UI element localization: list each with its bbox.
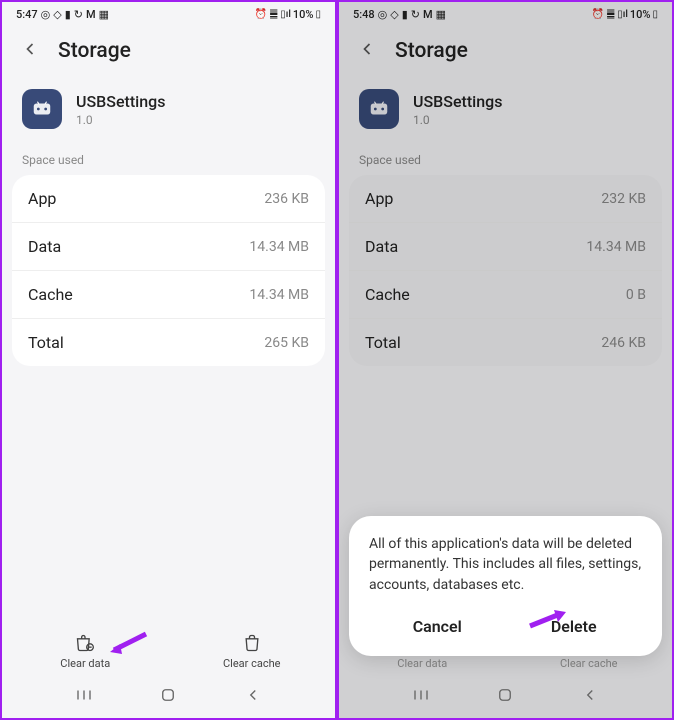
- volte-icon: ䷀: [269, 9, 278, 20]
- home-icon[interactable]: [496, 686, 514, 708]
- row-value: 236 KB: [264, 191, 309, 207]
- battery-small-icon: ▮: [65, 8, 71, 21]
- back-icon[interactable]: [20, 39, 40, 63]
- clear-cache-label: Clear cache: [223, 657, 281, 670]
- recents-icon[interactable]: [412, 686, 430, 708]
- nav-bar: [2, 676, 335, 718]
- status-time: 5:47: [16, 8, 38, 21]
- row-value: 265 KB: [264, 335, 309, 351]
- section-label: Space used: [2, 149, 335, 175]
- instagram-icon: ◇: [53, 8, 61, 21]
- row-value: 14.34 MB: [249, 239, 309, 255]
- calendar-icon: ▦: [99, 8, 109, 21]
- status-bar: 5:47 ◎ ◇ ▮ ↻ M ▦ ⏰ ䷀ ▯ıl 10% ▯: [2, 2, 335, 25]
- row-total: Total 265 KB: [12, 319, 325, 366]
- screen-right: 5:48 ◎ ◇ ▮ ↻ M ▦ ⏰ ䷀ ▯ıl 10% ▯ Storage U…: [339, 2, 672, 718]
- cancel-button[interactable]: Cancel: [369, 611, 506, 642]
- signal-icon: ▯ıl: [280, 9, 291, 20]
- app-info: USBSettings 1.0: [2, 81, 335, 149]
- row-app: App 236 KB: [12, 175, 325, 223]
- row-label: Data: [28, 237, 61, 256]
- row-value: 14.34 MB: [249, 287, 309, 303]
- sync-icon: ↻: [74, 8, 83, 21]
- confirm-dialog: All of this application's data will be d…: [349, 516, 662, 656]
- annotation-arrow-icon: [106, 630, 150, 662]
- bottom-actions: Clear data Clear cache: [2, 623, 335, 676]
- row-label: Total: [28, 333, 64, 352]
- header: Storage: [2, 25, 335, 81]
- row-label: Cache: [28, 285, 73, 304]
- row-cache: Cache 14.34 MB: [12, 271, 325, 319]
- clear-data-label: Clear data: [60, 657, 110, 670]
- app-version: 1.0: [76, 113, 165, 127]
- gmail-icon: M: [86, 8, 96, 21]
- app-icon: [22, 89, 62, 129]
- whatsapp-icon: ◎: [41, 8, 51, 21]
- alarm-icon: ⏰: [255, 9, 267, 20]
- recents-icon[interactable]: [75, 686, 93, 708]
- row-label: App: [28, 189, 56, 208]
- back-nav-icon[interactable]: [581, 686, 599, 708]
- battery-pct: 10%: [293, 8, 314, 21]
- clear-cache-button[interactable]: Clear cache: [169, 633, 336, 670]
- back-nav-icon[interactable]: [244, 686, 262, 708]
- storage-card: App 236 KB Data 14.34 MB Cache 14.34 MB …: [12, 175, 325, 366]
- screen-left: 5:47 ◎ ◇ ▮ ↻ M ▦ ⏰ ䷀ ▯ıl 10% ▯ Storage U…: [2, 2, 335, 718]
- battery-icon: ▯: [315, 9, 321, 20]
- row-data: Data 14.34 MB: [12, 223, 325, 271]
- page-title: Storage: [58, 39, 131, 63]
- nav-bar: [339, 676, 672, 718]
- dialog-message: All of this application's data will be d…: [369, 534, 642, 595]
- home-icon[interactable]: [159, 686, 177, 708]
- annotation-arrow-icon: [526, 608, 570, 638]
- app-name: USBSettings: [76, 92, 165, 111]
